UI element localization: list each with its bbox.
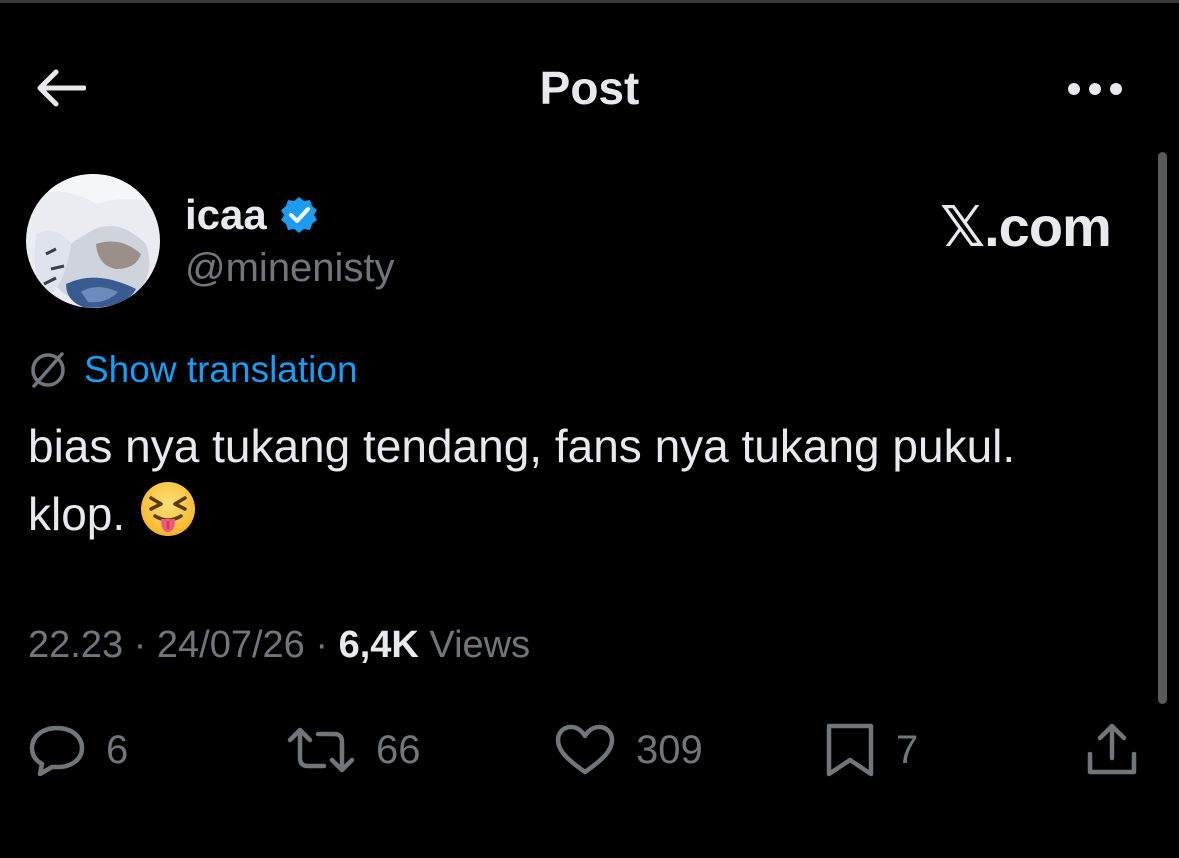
share-button[interactable] bbox=[1084, 722, 1140, 778]
views-label: Views bbox=[429, 624, 531, 666]
share-icon bbox=[1087, 723, 1137, 775]
repost-icon bbox=[287, 727, 355, 773]
verified-badge-icon bbox=[280, 197, 317, 233]
avatar[interactable] bbox=[26, 174, 160, 308]
author-name-row: icaa bbox=[185, 190, 319, 240]
tweet-text: bias nya tukang tendang, fans nya tukang… bbox=[28, 412, 1138, 556]
page-title: Post bbox=[539, 62, 640, 114]
meta-separator: · bbox=[133, 624, 147, 666]
more-horizontal-icon bbox=[1068, 83, 1122, 95]
like-count: 309 bbox=[636, 727, 703, 772]
tweet-text-line-2-text: klop. bbox=[28, 488, 126, 541]
show-translation-link[interactable]: Show translation bbox=[28, 346, 358, 394]
avatar-image bbox=[26, 174, 160, 308]
meta-separator: · bbox=[315, 624, 329, 666]
tweet-text-line-1: bias nya tukang tendang, fans nya tukang… bbox=[28, 420, 1016, 472]
repost-count: 66 bbox=[376, 727, 421, 772]
post-date: 24/07/26 bbox=[156, 624, 305, 666]
scrollbar[interactable] bbox=[1158, 152, 1167, 704]
back-button[interactable] bbox=[30, 62, 90, 114]
xcom-watermark: 𝕏.com bbox=[940, 195, 1112, 258]
post-meta: 22.23 · 24/07/26 · 6,4K Views bbox=[28, 624, 530, 667]
post-time: 22.23 bbox=[28, 624, 124, 666]
like-button[interactable]: 309 bbox=[554, 722, 703, 778]
bookmark-button[interactable]: 7 bbox=[824, 722, 918, 778]
arrow-left-icon bbox=[37, 69, 86, 107]
bookmark-count: 7 bbox=[896, 727, 919, 772]
more-options-button[interactable] bbox=[1062, 72, 1128, 106]
translate-globe-icon bbox=[31, 352, 65, 388]
reply-button[interactable]: 6 bbox=[28, 722, 128, 778]
reply-count: 6 bbox=[106, 727, 129, 772]
author-name[interactable]: icaa bbox=[185, 191, 267, 239]
tweet-text-line-2: klop. bbox=[28, 480, 1138, 556]
views-count[interactable]: 6,4K bbox=[339, 624, 419, 666]
squinting-tongue-emoji-icon bbox=[139, 480, 197, 556]
reply-icon bbox=[29, 725, 85, 776]
repost-button[interactable]: 66 bbox=[286, 722, 421, 778]
author-handle[interactable]: @minenisty bbox=[185, 246, 395, 291]
show-translation-label: Show translation bbox=[84, 349, 358, 390]
bookmark-icon bbox=[826, 723, 874, 777]
top-edge bbox=[0, 0, 1179, 3]
heart-icon bbox=[555, 724, 615, 775]
